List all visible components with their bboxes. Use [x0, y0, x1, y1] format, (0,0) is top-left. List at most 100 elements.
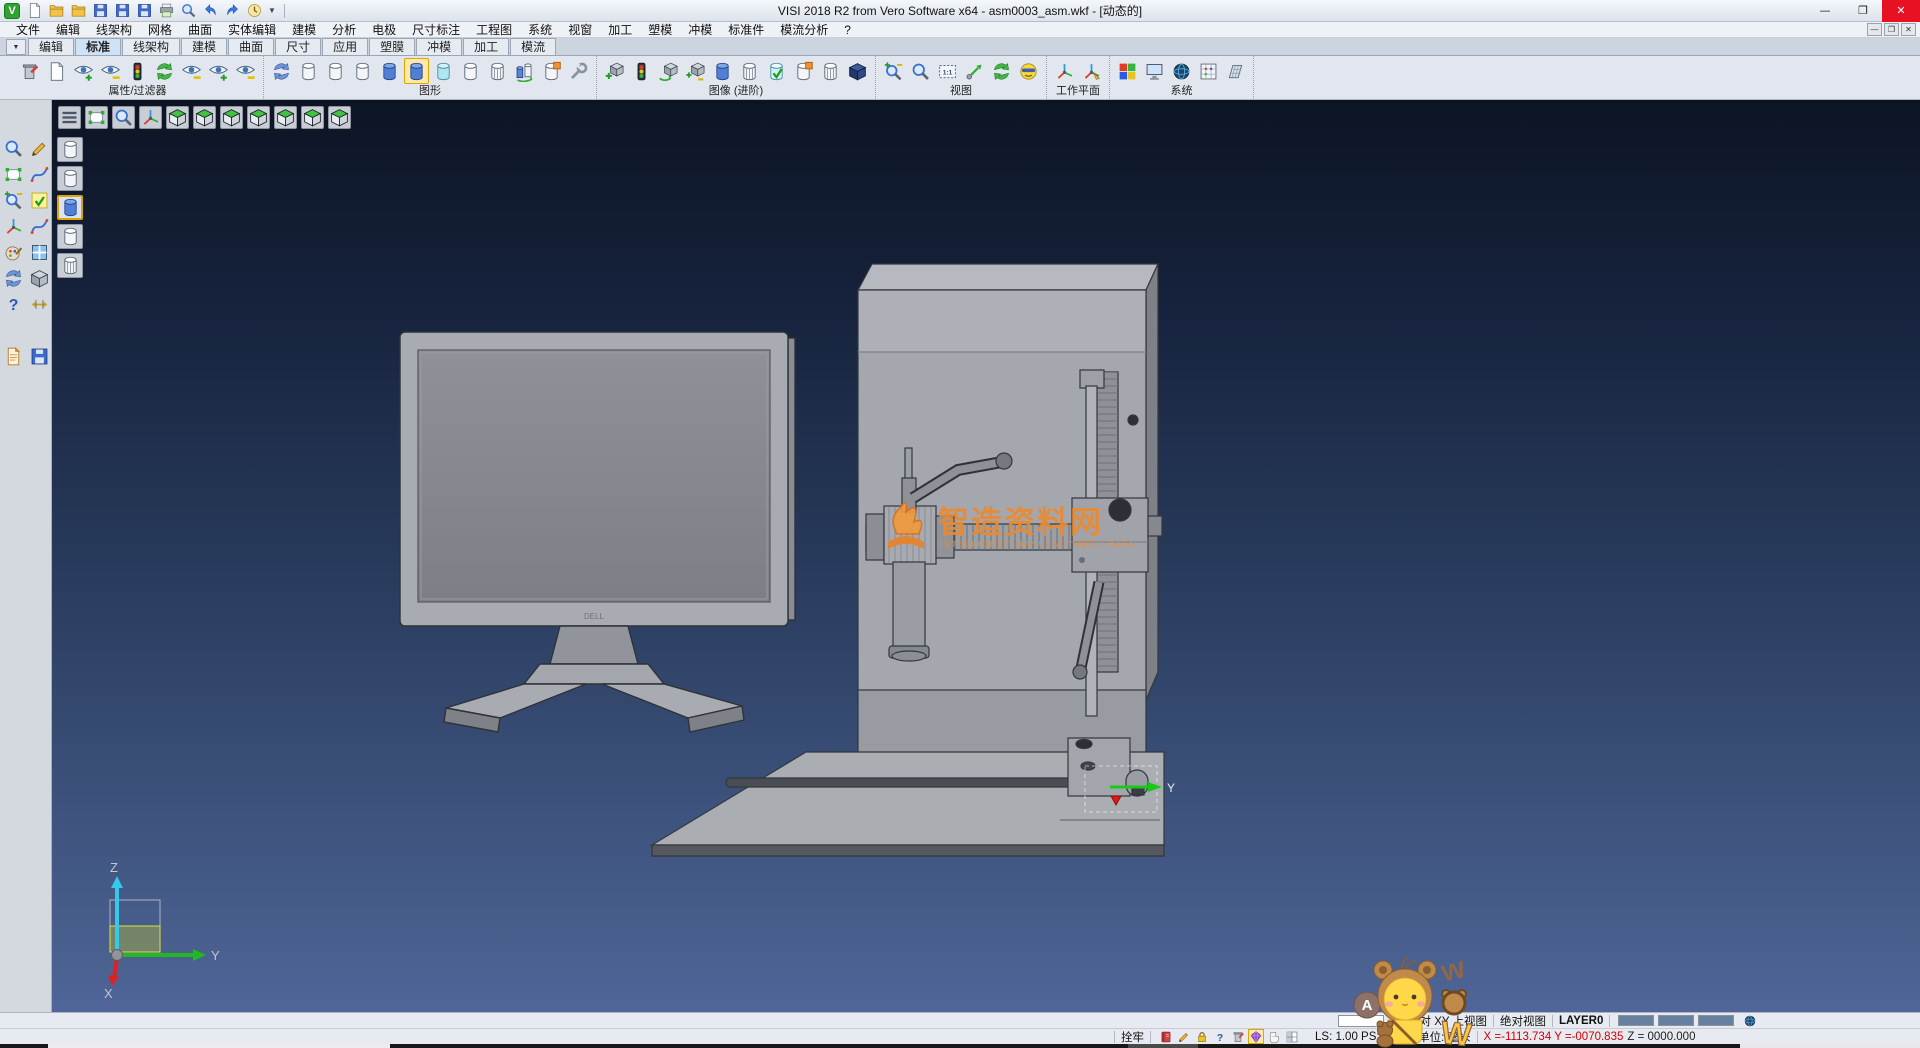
adv-cube-filter-icon[interactable] [629, 58, 654, 84]
measure-icon[interactable] [27, 292, 51, 316]
adv-wire-icon[interactable] [818, 58, 843, 84]
delete-mode-icon[interactable] [1230, 1029, 1246, 1044]
menu-item[interactable]: ? [836, 22, 859, 38]
menu-item[interactable]: 系统 [520, 22, 560, 38]
view-top-icon[interactable] [193, 106, 216, 129]
view-mode-label[interactable]: 绝对 XY 上视图 [1408, 1013, 1487, 1029]
menu-item[interactable]: 电极 [364, 22, 404, 38]
menu-item[interactable]: 线架构 [88, 22, 140, 38]
view-face-icon[interactable] [1016, 58, 1041, 84]
wireframe-icon[interactable] [296, 58, 321, 84]
view-front-icon[interactable] [247, 106, 270, 129]
snap-gem-icon[interactable] [1248, 1029, 1264, 1044]
shaded-icon[interactable] [377, 58, 402, 84]
system-grid-icon[interactable] [1196, 58, 1221, 84]
maximize-button[interactable]: ❐ [1844, 0, 1882, 22]
confirm-icon[interactable] [27, 188, 51, 212]
save-icon[interactable] [90, 1, 110, 21]
view-left-icon[interactable] [301, 106, 324, 129]
refresh-filter-icon[interactable] [152, 58, 177, 84]
globe-icon[interactable] [1742, 1013, 1758, 1028]
shading-options-icon[interactable] [539, 58, 564, 84]
open-file-icon[interactable] [46, 1, 66, 21]
refresh-graphics-icon[interactable] [269, 58, 294, 84]
transparent-shaded-icon[interactable] [431, 58, 456, 84]
recent-icon[interactable] [244, 1, 264, 21]
adv-cube-add-icon[interactable] [602, 58, 627, 84]
tab-mold[interactable]: 塑膜 [369, 38, 415, 55]
quick-search-input[interactable] [1338, 1015, 1384, 1027]
save-all-icon[interactable] [134, 1, 154, 21]
mdi-restore-button[interactable]: ❐ [1884, 23, 1899, 36]
adv-cube-refresh-icon[interactable] [656, 58, 681, 84]
rotate-axis-icon[interactable] [1, 214, 25, 238]
toggle-visibility-icon[interactable] [179, 58, 204, 84]
zoom-inout-icon[interactable] [881, 58, 906, 84]
undo-icon[interactable] [200, 1, 220, 21]
insert-file-icon[interactable] [68, 1, 88, 21]
adv-shaded-icon[interactable] [710, 58, 735, 84]
lock-toggle-label[interactable]: 拴牢 [1121, 1029, 1144, 1045]
textured-icon[interactable] [485, 58, 510, 84]
regen-shading-icon[interactable] [512, 58, 537, 84]
view-back-icon[interactable] [274, 106, 297, 129]
select-frame-icon[interactable] [85, 106, 108, 129]
menu-item[interactable]: 加工 [600, 22, 640, 38]
taskbar-app-segment[interactable] [48, 1044, 390, 1048]
filter-shaded-icon[interactable] [57, 195, 83, 220]
snap-book-icon[interactable] [1158, 1029, 1174, 1044]
minimize-button[interactable]: — [1806, 0, 1844, 22]
regen-icon[interactable] [1, 266, 25, 290]
filter-wire-icon[interactable] [57, 137, 83, 162]
menu-item[interactable]: 文件 [8, 22, 48, 38]
filter-texture-icon[interactable] [57, 253, 83, 278]
tab-modeling[interactable]: 建模 [181, 38, 227, 55]
search-icon[interactable] [1391, 1013, 1407, 1028]
menu-item[interactable]: 视窗 [560, 22, 600, 38]
remove-from-view-icon[interactable] [233, 58, 258, 84]
prompt-help-icon[interactable] [1212, 1029, 1228, 1044]
close-button[interactable]: ✕ [1882, 0, 1920, 22]
grab-glove-icon[interactable] [1266, 1029, 1282, 1044]
layer-color-swatch-2[interactable] [1658, 1015, 1694, 1026]
view-right-icon[interactable] [328, 106, 351, 129]
attributes-icon[interactable] [1, 240, 25, 264]
menu-item[interactable]: 工程图 [468, 22, 520, 38]
adv-flag-icon[interactable] [791, 58, 816, 84]
axis-triad-icon[interactable] [139, 106, 162, 129]
mdi-close-button[interactable]: ✕ [1901, 23, 1916, 36]
tab-dimension[interactable]: 尺寸 [275, 38, 321, 55]
workplane-edit-icon[interactable] [1079, 58, 1104, 84]
tab-surface[interactable]: 曲面 [228, 38, 274, 55]
tab-standard[interactable]: 标准 [75, 38, 121, 55]
adv-textured-icon[interactable] [737, 58, 762, 84]
qat-chevron-icon[interactable]: ▼ [264, 6, 280, 15]
adv-solid-icon[interactable] [845, 58, 870, 84]
view-bottom-icon[interactable] [220, 106, 243, 129]
clear-attributes-icon[interactable] [17, 58, 42, 84]
zoom-window-icon[interactable] [908, 58, 933, 84]
menu-item[interactable]: 冲模 [680, 22, 720, 38]
zoom-tool-icon[interactable] [1, 136, 25, 160]
adv-validate-icon[interactable] [764, 58, 789, 84]
menu-item[interactable]: 模流分析 [772, 22, 836, 38]
lock-icon[interactable] [1194, 1029, 1210, 1044]
export-icon[interactable] [27, 344, 51, 368]
freeform-curve-icon[interactable] [27, 214, 51, 238]
layer-color-swatch-1[interactable] [1618, 1015, 1654, 1026]
attribute-page-icon[interactable] [44, 58, 69, 84]
filter-manager-icon[interactable] [125, 58, 150, 84]
menu-item[interactable]: 网格 [140, 22, 180, 38]
menu-item[interactable]: 实体编辑 [220, 22, 284, 38]
tab-edit[interactable]: 编辑 [28, 38, 74, 55]
view-iso-icon[interactable] [166, 106, 189, 129]
tab-apply[interactable]: 应用 [322, 38, 368, 55]
new-file-icon[interactable] [24, 1, 44, 21]
hide-entities-icon[interactable] [98, 58, 123, 84]
tab-dropdown-icon[interactable]: ▼ [6, 39, 26, 55]
viewport-3d[interactable] [52, 100, 1920, 1012]
print-icon[interactable] [156, 1, 176, 21]
shaded-edges-icon[interactable] [404, 58, 429, 84]
zoom-plusminus-icon[interactable] [1, 188, 25, 212]
active-layer-label[interactable]: LAYER0 [1559, 1015, 1603, 1027]
